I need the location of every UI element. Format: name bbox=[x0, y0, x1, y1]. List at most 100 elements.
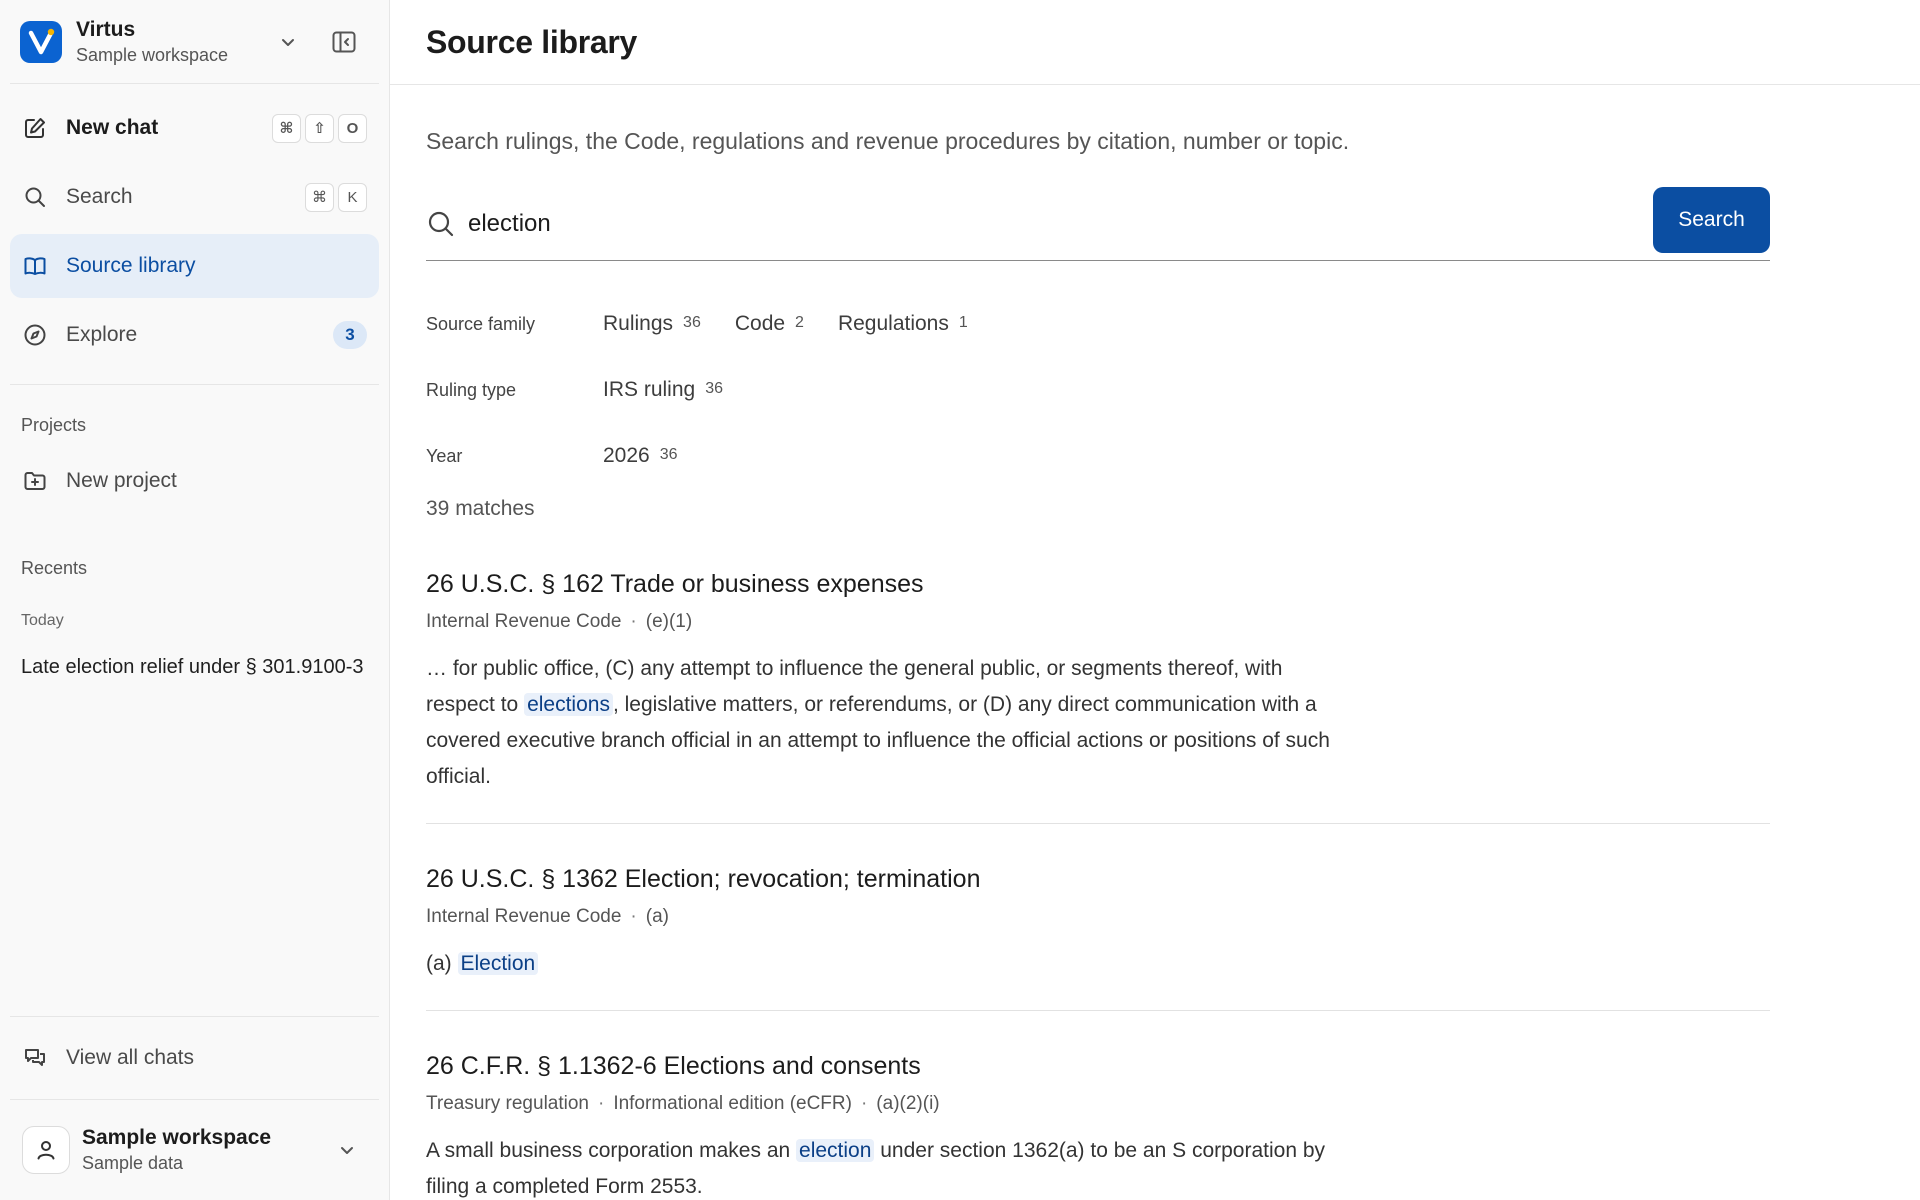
filter-row-ruling-type: Ruling type IRS ruling 36 bbox=[426, 357, 1770, 423]
source-library-label: Source library bbox=[66, 254, 196, 277]
result-snippet: … for public office, (C) any attempt to … bbox=[426, 651, 1346, 795]
chevron-down-icon[interactable] bbox=[268, 22, 308, 62]
collapse-sidebar-icon[interactable] bbox=[324, 22, 364, 62]
meta-separator: · bbox=[860, 1093, 868, 1114]
result-snippet: A small business corporation makes an el… bbox=[426, 1133, 1346, 1200]
source-library-nav-item[interactable]: Source library bbox=[10, 234, 379, 298]
chip-label: IRS ruling bbox=[603, 378, 696, 401]
result-title-link[interactable]: 26 C.F.R. § 1.1362-6 Elections and conse… bbox=[426, 1051, 1770, 1081]
new-chat-shortcut: ⌘ ⇧ O bbox=[272, 113, 367, 143]
result-item: 26 U.S.C. § 162 Trade or business expens… bbox=[426, 569, 1770, 824]
snippet-text: A small business corporation makes an bbox=[426, 1139, 797, 1162]
chip-count: 36 bbox=[705, 380, 723, 397]
workspace-name: Virtus bbox=[76, 17, 136, 41]
result-item: 26 C.F.R. § 1.1362-6 Elections and conse… bbox=[426, 1051, 1770, 1200]
workspace-switcher[interactable]: Virtus Sample workspace bbox=[76, 17, 268, 67]
virtus-logo-icon bbox=[20, 20, 62, 63]
search-shortcut: ⌘ K bbox=[305, 182, 367, 212]
search-nav-item[interactable]: Search ⌘ K bbox=[10, 165, 379, 229]
chip-count: 36 bbox=[659, 446, 678, 463]
recent-chat-item[interactable]: Late election relief under § 301.9100-3 bbox=[0, 656, 389, 679]
result-snippet: (a) Election bbox=[426, 946, 1346, 982]
new-project-button[interactable]: New project bbox=[10, 449, 379, 513]
filter-chip-rulings[interactable]: Rulings 36 bbox=[603, 312, 701, 336]
chip-label: Rulings bbox=[603, 312, 674, 335]
filter-label: Source family bbox=[426, 313, 536, 334]
filter-label: Ruling type bbox=[426, 379, 517, 400]
recents-heading: Recents bbox=[21, 558, 88, 578]
search-icon bbox=[426, 209, 456, 239]
result-pinpoint: (a) bbox=[645, 906, 669, 927]
explore-label: Explore bbox=[66, 323, 138, 346]
result-title-link[interactable]: 26 U.S.C. § 162 Trade or business expens… bbox=[426, 569, 1770, 599]
result-source: Treasury regulation bbox=[426, 1093, 589, 1114]
sidebar-divider bbox=[10, 384, 379, 385]
new-chat-label: New chat bbox=[66, 116, 159, 139]
result-source: Internal Revenue Code bbox=[426, 906, 622, 927]
shortcut-key: ⌘ bbox=[305, 182, 334, 212]
result-pinpoint: (a)(2)(i) bbox=[876, 1093, 940, 1114]
filter-chip-code[interactable]: Code 2 bbox=[735, 312, 804, 336]
shortcut-key: K bbox=[338, 182, 367, 212]
meta-separator: · bbox=[630, 611, 637, 632]
shortcut-key: O bbox=[338, 113, 367, 143]
recents-group-today: Today bbox=[21, 612, 64, 629]
search-icon bbox=[22, 184, 48, 210]
meta-separator: · bbox=[597, 1093, 605, 1114]
page-header: Source library bbox=[390, 0, 1920, 85]
snippet-highlight: elections bbox=[524, 693, 613, 716]
primary-nav: New chat ⌘ ⇧ O Search ⌘ K Source library bbox=[0, 84, 389, 372]
folder-plus-icon bbox=[22, 468, 48, 494]
chip-label: 2026 bbox=[603, 444, 650, 467]
sidebar: Virtus Sample workspace New chat ⌘ ⇧ O S… bbox=[0, 0, 390, 1200]
compass-icon bbox=[22, 322, 48, 348]
sidebar-footer: View all chats Sample workspace Sample d… bbox=[0, 1016, 389, 1200]
book-icon bbox=[22, 253, 48, 279]
page-title: Source library bbox=[426, 23, 638, 60]
account-switcher[interactable]: Sample workspace Sample data bbox=[0, 1100, 389, 1200]
projects-heading: Projects bbox=[21, 415, 87, 435]
chip-count: 2 bbox=[795, 314, 804, 331]
chevron-down-icon[interactable] bbox=[327, 1130, 367, 1170]
chip-label: Regulations bbox=[837, 312, 949, 335]
match-count: 39 matches bbox=[426, 497, 535, 520]
explore-nav-item[interactable]: Explore 3 bbox=[10, 303, 379, 367]
result-meta: Internal Revenue Code · (e)(1) bbox=[426, 611, 1770, 633]
explore-count-badge: 3 bbox=[333, 321, 367, 349]
result-item: 26 U.S.C. § 1362 Election; revocation; t… bbox=[426, 864, 1770, 1011]
results-list: 26 U.S.C. § 162 Trade or business expens… bbox=[426, 569, 1770, 1200]
filter-label: Year bbox=[426, 445, 463, 466]
meta-separator: · bbox=[630, 906, 637, 927]
new-project-label: New project bbox=[66, 469, 177, 492]
search-bar: Search bbox=[426, 187, 1770, 261]
result-pinpoint: (e)(1) bbox=[645, 611, 693, 632]
result-edition: Informational edition (eCFR) bbox=[613, 1093, 852, 1114]
workspace-subtitle: Sample workspace bbox=[76, 44, 229, 65]
search-input[interactable] bbox=[468, 209, 1770, 238]
page-intro: Search rulings, the Code, regulations an… bbox=[426, 128, 1350, 154]
filter-row-source-family: Source family Rulings 36 Code 2 Regulati… bbox=[426, 291, 1770, 357]
result-title-link[interactable]: 26 U.S.C. § 1362 Election; revocation; t… bbox=[426, 864, 1770, 894]
view-all-chats-label: View all chats bbox=[66, 1046, 195, 1069]
workspace-header: Virtus Sample workspace bbox=[10, 0, 379, 84]
snippet-highlight: election bbox=[796, 1139, 875, 1162]
chats-icon bbox=[22, 1045, 48, 1071]
filter-chip-regulations[interactable]: Regulations 1 bbox=[838, 312, 968, 336]
snippet-highlight: Election bbox=[457, 952, 539, 975]
projects-list: New project bbox=[0, 439, 389, 518]
result-meta: Treasury regulation · Informational edit… bbox=[426, 1093, 1770, 1115]
account-subtitle: Sample data bbox=[82, 1153, 184, 1173]
chip-count: 1 bbox=[958, 314, 968, 331]
chip-count: 36 bbox=[683, 314, 701, 331]
snippet-text: (a) bbox=[426, 952, 458, 975]
view-all-chats-button[interactable]: View all chats bbox=[0, 1017, 389, 1099]
new-chat-button[interactable]: New chat ⌘ ⇧ O bbox=[10, 96, 379, 160]
filter-chip-2026[interactable]: 2026 36 bbox=[603, 444, 678, 468]
search-label: Search bbox=[66, 185, 133, 208]
user-icon bbox=[22, 1126, 70, 1174]
search-button[interactable]: Search bbox=[1653, 187, 1770, 253]
main-content: Source library Search rulings, the Code,… bbox=[390, 0, 1920, 1200]
filter-chip-irs-ruling[interactable]: IRS ruling 36 bbox=[603, 378, 723, 402]
result-meta: Internal Revenue Code · (a) bbox=[426, 906, 1770, 928]
shortcut-key: ⇧ bbox=[305, 113, 334, 143]
